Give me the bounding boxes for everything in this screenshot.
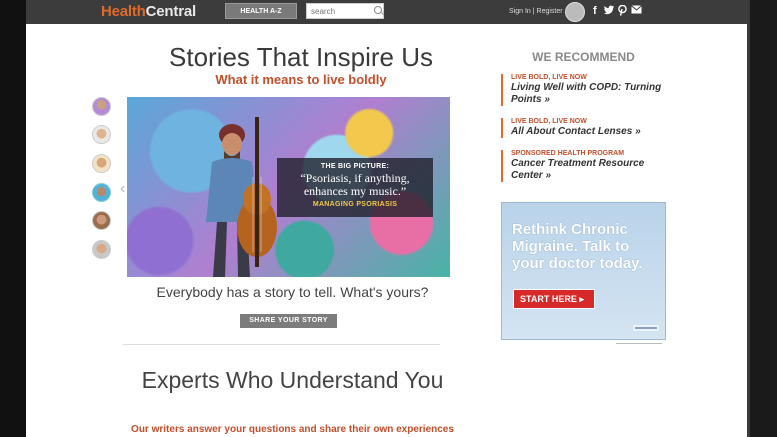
register-link[interactable]: Register [537,8,563,15]
email-icon[interactable] [631,5,642,17]
ad-headline: Rethink Chronic Migraine. Talk to your d… [512,221,643,272]
recommend-item-link[interactable]: Cancer Treatment Resource Center » [511,158,671,182]
migraine-ad-banner[interactable]: Rethink Chronic Migraine. Talk to your d… [501,202,666,340]
facebook-icon[interactable]: f [593,5,597,17]
experts-heading: Experts Who Understand You [141,367,444,393]
twitter-icon[interactable] [604,5,615,18]
recommend-item[interactable]: LIVE BOLD, LIVE NOW Living Well with COP… [501,74,671,106]
search-icon[interactable] [374,6,382,14]
recommend-item[interactable]: SPONSORED HEALTH PROGRAM Cancer Treatmen… [501,150,671,182]
ad-footer-note [616,341,662,346]
story-thumbnail[interactable] [92,211,111,230]
section-divider [123,344,440,345]
musician-with-bass-illustration [206,117,277,277]
ad-start-here-button[interactable]: START HERE ▸ [513,289,595,309]
top-nav-bar: HealthCentral HEALTH A-Z Sign In | Regis… [26,0,747,24]
stories-subheading: What it means to live boldly [215,72,387,87]
hero-caption-overlay[interactable]: THE BIG PICTURE: “Psoriasis, if anything… [277,158,433,217]
screen-bezel-right [747,0,777,437]
recommend-item-kicker: LIVE BOLD, LIVE NOW [511,74,587,81]
hero-quote: “Psoriasis, if anything, enhances my mus… [300,171,410,198]
stories-heading: Stories That Inspire Us [169,42,433,72]
health-az-button[interactable]: HEALTH A-Z [225,3,297,19]
hero-story-image[interactable]: THE BIG PICTURE: “Psoriasis, if anything… [127,97,450,277]
pinterest-icon[interactable] [618,4,627,19]
recommend-heading: WE RECOMMEND [532,50,635,64]
stories-tagline: Everybody has a story to tell. What's yo… [156,284,429,300]
search-input[interactable] [306,3,384,19]
share-your-story-button[interactable]: SHARE YOUR STORY [240,314,337,328]
chevron-left-icon[interactable]: ‹ [120,180,125,198]
recommend-item-kicker: SPONSORED HEALTH PROGRAM [511,150,625,157]
web-page: HealthCentral HEALTH A-Z Sign In | Regis… [26,0,747,437]
logo-text-health: Health [101,3,146,20]
story-thumbnail[interactable] [92,125,111,144]
screen-bezel-left [0,0,26,437]
hero-kicker: THE BIG PICTURE: [320,163,390,170]
site-logo[interactable]: HealthCentral [101,3,196,20]
recommend-item-link[interactable]: Living Well with COPD: Turning Points » [511,82,671,106]
recommend-item-kicker: LIVE BOLD, LIVE NOW [511,118,587,125]
account-links: Sign In | Register [509,8,563,15]
story-thumbnail[interactable] [92,154,111,173]
user-avatar-icon[interactable] [565,2,585,22]
logo-text-central: Central [145,3,196,20]
link-separator: | [532,8,535,15]
experts-subheading: Our writers answer your questions and sh… [131,424,454,435]
recommend-item-link[interactable]: All About Contact Lenses » [511,126,671,138]
story-thumbnail-active[interactable] [92,183,111,202]
recommend-item[interactable]: LIVE BOLD, LIVE NOW All About Contact Le… [501,118,671,138]
story-thumbnail[interactable] [92,97,111,116]
story-thumbnail[interactable] [92,240,111,259]
sign-in-link[interactable]: Sign In [509,8,531,15]
hero-topic-tag[interactable]: MANAGING PSORIASIS [277,201,433,208]
ad-brand-logo [633,325,659,333]
